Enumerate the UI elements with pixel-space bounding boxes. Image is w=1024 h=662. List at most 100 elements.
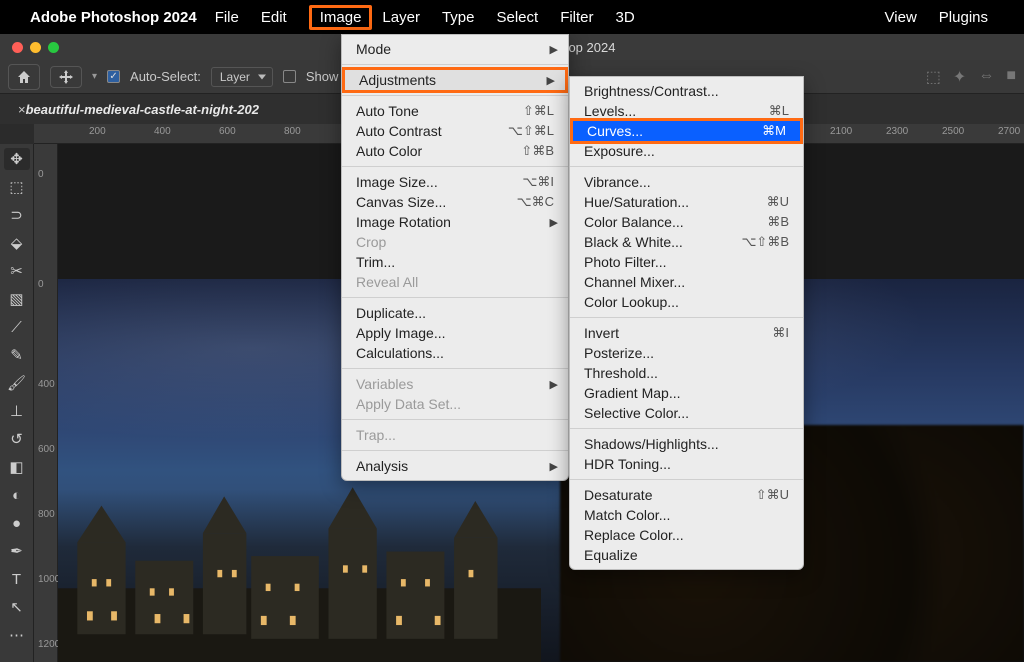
menu-item-invert[interactable]: Invert⌘I [570, 323, 803, 343]
tool-more[interactable]: ⋯ [4, 624, 30, 646]
tool-brush[interactable]: 🖌 [4, 372, 30, 394]
tool-text[interactable]: T [4, 568, 30, 590]
menu-item-label: Invert [584, 325, 748, 341]
tool-eyedropper[interactable]: ⟋ [4, 316, 30, 338]
menu-item-channel-mixer[interactable]: Channel Mixer... [570, 272, 803, 292]
tool-move[interactable]: ✥ [4, 148, 30, 170]
ruler-tick: 600 [219, 126, 236, 137]
close-tab-icon[interactable]: × [18, 102, 26, 117]
menubar-item-plugins[interactable]: Plugins [939, 9, 988, 26]
menubar-item-view[interactable]: View [885, 9, 917, 26]
menu-item-replace-color[interactable]: Replace Color... [570, 525, 803, 545]
menu-item-apply-image[interactable]: Apply Image... [342, 323, 568, 343]
menu-shortcut: ⌥⇧⌘L [508, 123, 554, 139]
tool-history-brush[interactable]: ↺ [4, 428, 30, 450]
align-icon[interactable]: ✦ [953, 67, 966, 87]
tool-pen[interactable]: ✒ [4, 540, 30, 562]
menu-item-selective-color[interactable]: Selective Color... [570, 403, 803, 423]
minimize-window-button[interactable] [30, 42, 41, 53]
menu-item-hue-saturation[interactable]: Hue/Saturation...⌘U [570, 192, 803, 212]
menu-item-analysis[interactable]: Analysis▶ [342, 456, 568, 476]
camera-icon[interactable]: ■ [1006, 67, 1016, 87]
menu-item-hdr-toning[interactable]: HDR Toning... [570, 454, 803, 474]
auto-select-checkbox[interactable]: ✓ [107, 70, 120, 83]
menu-item-black-white[interactable]: Black & White...⌥⇧⌘B [570, 232, 803, 252]
menu-item-auto-tone[interactable]: Auto Tone⇧⌘L [342, 101, 568, 121]
tool-mode-selector[interactable] [50, 66, 82, 88]
menu-shortcut: ⇧⌘U [756, 487, 789, 503]
tool-crop[interactable]: ✂ [4, 260, 30, 282]
menu-item-vibrance[interactable]: Vibrance... [570, 172, 803, 192]
distribute-icon[interactable]: ⇔ [978, 67, 994, 87]
menubar-item-filter[interactable]: Filter [560, 9, 593, 26]
ruler-tick: 1000 [38, 574, 60, 585]
menu-item-mode[interactable]: Mode▶ [342, 39, 568, 59]
menu-item-canvas-size[interactable]: Canvas Size...⌥⌘C [342, 192, 568, 212]
menu-shortcut: ⌘L [769, 103, 789, 119]
menu-item-threshold[interactable]: Threshold... [570, 363, 803, 383]
menu-item-desaturate[interactable]: Desaturate⇧⌘U [570, 485, 803, 505]
layer-type-select[interactable]: Layer [211, 67, 273, 87]
show-transform-checkbox[interactable] [283, 70, 296, 83]
menu-item-adjustments[interactable]: Adjustments▶ [342, 67, 568, 93]
menu-item-equalize[interactable]: Equalize [570, 545, 803, 565]
menubar-item-select[interactable]: Select [496, 9, 538, 26]
tool-lasso[interactable]: ⊃ [4, 204, 30, 226]
menu-item-label: Trim... [356, 254, 554, 270]
menu-item-label: Reveal All [356, 274, 554, 290]
ruler-tick: 400 [154, 126, 171, 137]
menu-item-brightness-contrast[interactable]: Brightness/Contrast... [570, 81, 803, 101]
menu-item-color-lookup[interactable]: Color Lookup... [570, 292, 803, 312]
menu-item-label: Match Color... [584, 507, 789, 523]
tool-brush-fix[interactable]: ✎ [4, 344, 30, 366]
menu-item-color-balance[interactable]: Color Balance...⌘B [570, 212, 803, 232]
menu-item-posterize[interactable]: Posterize... [570, 343, 803, 363]
close-window-button[interactable] [12, 42, 23, 53]
menubar-item-type[interactable]: Type [442, 9, 475, 26]
home-button[interactable] [8, 64, 40, 90]
menubar-item-file[interactable]: File [215, 9, 239, 26]
menu-adjustments: Brightness/Contrast...Levels...⌘LCurves.… [569, 76, 804, 570]
tool-blur[interactable]: ● [4, 512, 30, 534]
menubar-item-3d[interactable]: 3D [616, 9, 635, 26]
menu-item-match-color[interactable]: Match Color... [570, 505, 803, 525]
chevron-down-icon[interactable]: ▾ [92, 71, 97, 82]
menu-item-duplicate[interactable]: Duplicate... [342, 303, 568, 323]
menu-item-photo-filter[interactable]: Photo Filter... [570, 252, 803, 272]
ruler-vertical[interactable]: 0040060080010001200 [34, 144, 58, 662]
menu-item-label: Photo Filter... [584, 254, 789, 270]
menu-item-variables: Variables▶ [342, 374, 568, 394]
tool-frame[interactable]: ▧ [4, 288, 30, 310]
menubar-item-layer[interactable]: Layer [382, 9, 420, 26]
menubar-item-image[interactable]: Image [309, 5, 373, 30]
menu-item-gradient-map[interactable]: Gradient Map... [570, 383, 803, 403]
tool-object-select[interactable]: ⬙ [4, 232, 30, 254]
menu-shortcut: ⌘U [767, 194, 789, 210]
menu-item-auto-color[interactable]: Auto Color⇧⌘B [342, 141, 568, 161]
maximize-window-button[interactable] [48, 42, 59, 53]
chevron-right-icon: ▶ [550, 43, 558, 56]
menu-item-trim[interactable]: Trim... [342, 252, 568, 272]
menu-item-label: Adjustments [359, 72, 551, 88]
menu-item-shadows-highlights[interactable]: Shadows/Highlights... [570, 434, 803, 454]
menu-item-trap: Trap... [342, 425, 568, 445]
menubar-item-edit[interactable]: Edit [261, 9, 287, 26]
document-filename: beautiful-medieval-castle-at-night-202 [26, 102, 259, 117]
menu-item-reveal-all: Reveal All [342, 272, 568, 292]
menu-item-image-size[interactable]: Image Size...⌥⌘I [342, 172, 568, 192]
tool-stamp[interactable]: ⊥ [4, 400, 30, 422]
menu-item-label: Apply Image... [356, 325, 554, 341]
menu-item-label: Curves... [587, 123, 738, 139]
tool-path-select[interactable]: ↖ [4, 596, 30, 618]
menu-item-exposure[interactable]: Exposure... [570, 141, 803, 161]
ruler-tick: 2300 [886, 126, 908, 137]
3d-mode-icon[interactable]: ⬚ [926, 67, 941, 87]
menu-item-label: Variables [356, 376, 554, 392]
ruler-tick: 1200 [38, 639, 60, 650]
tool-eraser[interactable]: ◧ [4, 456, 30, 478]
menu-item-calculations[interactable]: Calculations... [342, 343, 568, 363]
menu-item-image-rotation[interactable]: Image Rotation▶ [342, 212, 568, 232]
tool-marquee[interactable]: ⬚ [4, 176, 30, 198]
menu-item-auto-contrast[interactable]: Auto Contrast⌥⇧⌘L [342, 121, 568, 141]
tool-gradient[interactable]: ◐ [4, 484, 30, 506]
